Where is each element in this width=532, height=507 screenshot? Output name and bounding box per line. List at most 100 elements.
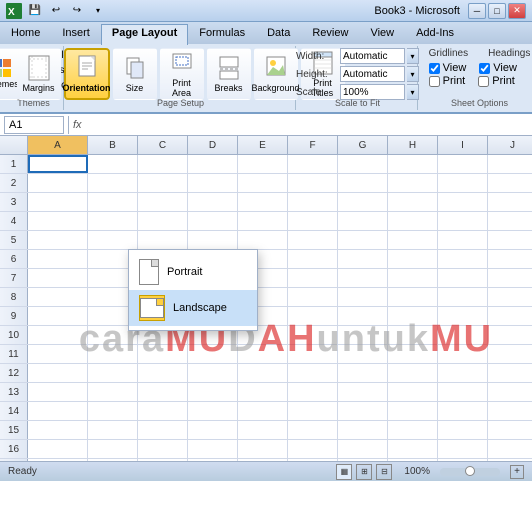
cell[interactable] bbox=[238, 345, 288, 363]
cell[interactable] bbox=[88, 364, 138, 382]
cell[interactable] bbox=[188, 193, 238, 211]
cell[interactable] bbox=[138, 364, 188, 382]
cell[interactable] bbox=[188, 440, 238, 458]
cell[interactable] bbox=[338, 326, 388, 344]
landscape-option[interactable]: Landscape bbox=[129, 290, 257, 326]
cell[interactable] bbox=[238, 155, 288, 173]
col-header-g[interactable]: G bbox=[338, 136, 388, 154]
cell[interactable] bbox=[188, 421, 238, 439]
tab-formulas[interactable]: Formulas bbox=[188, 24, 256, 44]
maximize-btn[interactable]: □ bbox=[488, 3, 506, 19]
cell[interactable] bbox=[438, 421, 488, 439]
cell[interactable] bbox=[438, 326, 488, 344]
cell[interactable] bbox=[338, 402, 388, 420]
col-header-i[interactable]: I bbox=[438, 136, 488, 154]
cell[interactable] bbox=[288, 345, 338, 363]
cell[interactable] bbox=[188, 212, 238, 230]
cell[interactable] bbox=[488, 193, 532, 211]
col-header-j[interactable]: J bbox=[488, 136, 532, 154]
cell[interactable] bbox=[238, 174, 288, 192]
cell[interactable] bbox=[388, 326, 438, 344]
cell[interactable] bbox=[188, 155, 238, 173]
row-number[interactable]: 10 bbox=[0, 326, 28, 344]
cell[interactable] bbox=[388, 364, 438, 382]
cell[interactable] bbox=[238, 383, 288, 401]
cell[interactable] bbox=[188, 231, 238, 249]
cell[interactable] bbox=[388, 212, 438, 230]
row-number[interactable]: 1 bbox=[0, 155, 28, 173]
tab-addins[interactable]: Add-Ins bbox=[405, 24, 465, 44]
breaks-button[interactable]: Breaks bbox=[207, 48, 251, 100]
cell[interactable] bbox=[388, 440, 438, 458]
cell[interactable] bbox=[388, 345, 438, 363]
cell[interactable] bbox=[88, 193, 138, 211]
cell[interactable] bbox=[488, 364, 532, 382]
cell[interactable] bbox=[438, 212, 488, 230]
cell[interactable] bbox=[338, 307, 388, 325]
orientation-button[interactable]: Orientation bbox=[64, 48, 110, 100]
cell[interactable] bbox=[238, 402, 288, 420]
print-area-button[interactable]: PrintArea bbox=[160, 48, 204, 100]
cell[interactable] bbox=[238, 421, 288, 439]
cell[interactable] bbox=[488, 250, 532, 268]
cell[interactable] bbox=[388, 155, 438, 173]
height-dropdown[interactable]: ▾ bbox=[407, 66, 419, 82]
cell[interactable] bbox=[28, 326, 88, 344]
cell[interactable] bbox=[438, 155, 488, 173]
minimize-btn[interactable]: ─ bbox=[468, 3, 486, 19]
cell[interactable] bbox=[338, 269, 388, 287]
headings-view-check[interactable] bbox=[479, 63, 490, 74]
cell[interactable] bbox=[288, 402, 338, 420]
cell[interactable] bbox=[288, 364, 338, 382]
col-header-h[interactable]: H bbox=[388, 136, 438, 154]
cell[interactable] bbox=[28, 269, 88, 287]
row-number[interactable]: 2 bbox=[0, 174, 28, 192]
row-number[interactable]: 12 bbox=[0, 364, 28, 382]
tab-insert[interactable]: Insert bbox=[51, 24, 101, 44]
cell[interactable] bbox=[488, 345, 532, 363]
cell[interactable] bbox=[388, 231, 438, 249]
cell[interactable] bbox=[388, 307, 438, 325]
cell[interactable] bbox=[238, 364, 288, 382]
cell[interactable] bbox=[188, 402, 238, 420]
row-number[interactable]: 9 bbox=[0, 307, 28, 325]
cell[interactable] bbox=[488, 307, 532, 325]
cell[interactable] bbox=[488, 212, 532, 230]
cell[interactable] bbox=[288, 288, 338, 306]
cell[interactable] bbox=[338, 440, 388, 458]
cell[interactable] bbox=[338, 383, 388, 401]
row-number[interactable]: 14 bbox=[0, 402, 28, 420]
row-number[interactable]: 11 bbox=[0, 345, 28, 363]
formula-input[interactable] bbox=[86, 116, 528, 134]
margins-button[interactable]: Margins bbox=[17, 48, 61, 100]
cell[interactable] bbox=[388, 288, 438, 306]
size-button[interactable]: Size bbox=[113, 48, 157, 100]
row-number[interactable]: 8 bbox=[0, 288, 28, 306]
col-header-a[interactable]: A bbox=[28, 136, 88, 154]
cell[interactable] bbox=[138, 174, 188, 192]
cell[interactable] bbox=[438, 174, 488, 192]
cell[interactable] bbox=[338, 345, 388, 363]
cell[interactable] bbox=[28, 345, 88, 363]
quick-save-btn[interactable]: 💾 bbox=[26, 3, 44, 19]
cell[interactable] bbox=[28, 421, 88, 439]
cell[interactable] bbox=[28, 250, 88, 268]
cell[interactable] bbox=[338, 212, 388, 230]
cell[interactable] bbox=[488, 174, 532, 192]
cell[interactable] bbox=[338, 231, 388, 249]
quick-dropdown-btn[interactable]: ▾ bbox=[89, 3, 107, 19]
cell[interactable] bbox=[338, 288, 388, 306]
cell[interactable] bbox=[28, 440, 88, 458]
cell[interactable] bbox=[438, 231, 488, 249]
cell[interactable] bbox=[138, 421, 188, 439]
cell[interactable] bbox=[488, 288, 532, 306]
quick-undo-btn[interactable]: ↩ bbox=[47, 3, 65, 19]
page-layout-view-btn[interactable]: ⊞ bbox=[356, 464, 372, 480]
cell[interactable] bbox=[288, 383, 338, 401]
cell[interactable] bbox=[238, 212, 288, 230]
tab-home[interactable]: Home bbox=[0, 24, 51, 44]
cell[interactable] bbox=[28, 288, 88, 306]
cell[interactable] bbox=[138, 212, 188, 230]
row-number[interactable]: 7 bbox=[0, 269, 28, 287]
cell[interactable] bbox=[438, 440, 488, 458]
